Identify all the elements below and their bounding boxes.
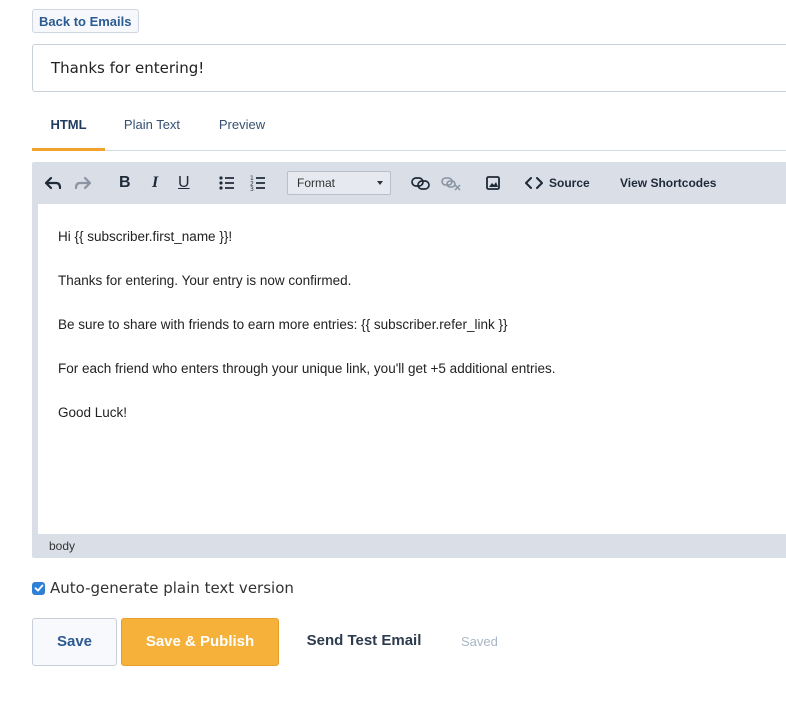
underline-button[interactable]: U — [178, 172, 190, 194]
link-icon[interactable] — [410, 172, 432, 194]
tab-html[interactable]: HTML — [32, 106, 105, 151]
rich-text-editor: B I U 123 Format Source View Shortcodes … — [32, 162, 786, 558]
autogen-option: Auto-generate plain text version — [32, 578, 294, 598]
editor-statusbar: body — [49, 539, 76, 553]
svg-text:3: 3 — [250, 186, 254, 193]
tab-preview[interactable]: Preview — [205, 106, 279, 148]
editor-content[interactable]: Hi {{ subscriber.first_name }}! Thanks f… — [38, 204, 786, 534]
undo-icon[interactable] — [44, 172, 62, 194]
saved-status: Saved — [461, 634, 498, 649]
format-dropdown[interactable]: Format — [287, 171, 391, 195]
back-to-emails-button[interactable]: Back to Emails — [32, 9, 139, 33]
subject-input[interactable]: Thanks for entering! — [32, 44, 786, 92]
editor-paragraph: Good Luck! — [58, 405, 128, 420]
save-button[interactable]: Save — [32, 618, 117, 666]
autogen-label: Auto-generate plain text version — [50, 579, 294, 597]
editor-tabs: HTML Plain Text Preview — [32, 106, 786, 151]
bullet-list-icon[interactable] — [219, 172, 235, 194]
source-button[interactable]: Source — [549, 172, 590, 194]
redo-icon[interactable] — [74, 172, 92, 194]
tab-plain-text[interactable]: Plain Text — [114, 106, 190, 148]
editor-paragraph: Hi {{ subscriber.first_name }}! — [58, 229, 233, 244]
image-icon[interactable] — [485, 172, 501, 194]
checkmark-icon — [34, 584, 43, 592]
chevron-down-icon — [377, 181, 383, 185]
save-and-publish-button[interactable]: Save & Publish — [121, 618, 279, 666]
view-shortcodes-button[interactable]: View Shortcodes — [620, 172, 716, 194]
format-dropdown-value: Format — [297, 176, 336, 190]
editor-toolbar: B I U 123 Format Source View Shortcodes — [32, 162, 786, 204]
editor-paragraph: Thanks for entering. Your entry is now c… — [58, 273, 352, 288]
unlink-icon[interactable] — [440, 172, 462, 194]
numbered-list-icon[interactable]: 123 — [250, 172, 266, 194]
editor-paragraph: For each friend who enters through your … — [58, 361, 556, 376]
bold-button[interactable]: B — [119, 172, 131, 194]
italic-button[interactable]: I — [152, 172, 158, 194]
autogen-checkbox[interactable] — [32, 581, 45, 595]
editor-paragraph: Be sure to share with friends to earn mo… — [58, 317, 508, 332]
send-test-email-button[interactable]: Send Test Email — [293, 618, 435, 666]
code-icon[interactable] — [525, 172, 543, 194]
